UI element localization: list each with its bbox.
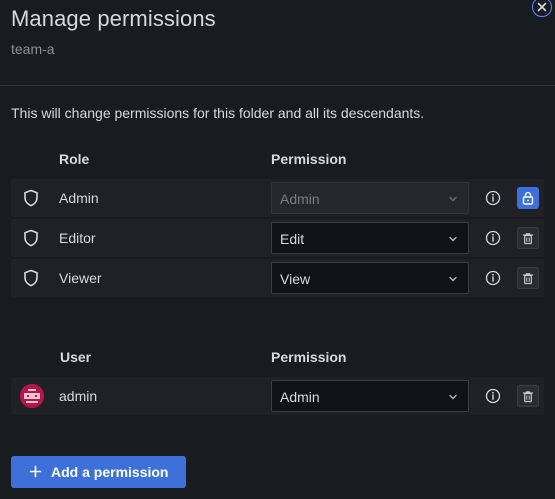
user-row-admin: admin Admin: [11, 377, 544, 415]
remove-permission-button[interactable]: [517, 385, 539, 407]
chevron-down-icon: [449, 394, 457, 400]
role-column-header: Role: [59, 151, 90, 167]
permission-select-value: View: [280, 271, 311, 287]
info-icon[interactable]: [484, 189, 502, 207]
chevron-down-icon: [449, 236, 457, 242]
user-column-header: User: [60, 349, 92, 365]
trash-icon: [522, 390, 534, 402]
role-name: Editor: [59, 230, 96, 246]
drawer-header: Manage permissions team-a: [0, 0, 555, 86]
drawer-title: Manage permissions: [11, 6, 216, 31]
locked-permission-button[interactable]: [517, 187, 539, 209]
role-row-viewer: Viewer View: [11, 259, 544, 297]
shield-icon: [24, 229, 38, 247]
plus-icon: [29, 465, 42, 478]
permission-select-value: Admin: [280, 191, 320, 207]
info-icon[interactable]: [484, 269, 502, 287]
permission-select-admin: Admin: [271, 182, 469, 214]
add-permission-button[interactable]: Add a permission: [11, 456, 186, 488]
remove-permission-button[interactable]: [517, 267, 539, 289]
add-permission-label: Add a permission: [51, 464, 169, 480]
remove-permission-button[interactable]: [517, 227, 539, 249]
permission-column-header: Permission: [271, 349, 347, 365]
shield-icon: [24, 269, 38, 287]
permission-select-value: Admin: [280, 389, 320, 405]
inheritance-notice: This will change permissions for this fo…: [11, 105, 425, 121]
drawer-subtitle: team-a: [11, 41, 55, 57]
permission-select-value: Edit: [280, 231, 305, 247]
role-row-editor: Editor Edit: [11, 219, 544, 257]
role-name: Viewer: [59, 270, 102, 286]
permission-select-editor[interactable]: Edit: [271, 222, 469, 254]
role-name: Admin: [59, 190, 99, 206]
user-name: admin: [59, 388, 98, 404]
trash-icon: [522, 272, 534, 284]
permission-column-header: Permission: [271, 151, 347, 167]
info-icon[interactable]: [484, 387, 502, 405]
lock-icon: [522, 191, 534, 205]
close-icon: [537, 2, 547, 12]
avatar: [20, 384, 44, 408]
info-icon[interactable]: [484, 229, 502, 247]
shield-icon: [24, 189, 38, 207]
chevron-down-icon: [449, 276, 457, 282]
permission-select-user-admin[interactable]: Admin: [271, 380, 469, 412]
trash-icon: [522, 232, 534, 244]
chevron-down-icon: [449, 196, 457, 202]
role-row-admin: Admin Admin: [11, 179, 544, 217]
permission-select-viewer[interactable]: View: [271, 262, 469, 294]
